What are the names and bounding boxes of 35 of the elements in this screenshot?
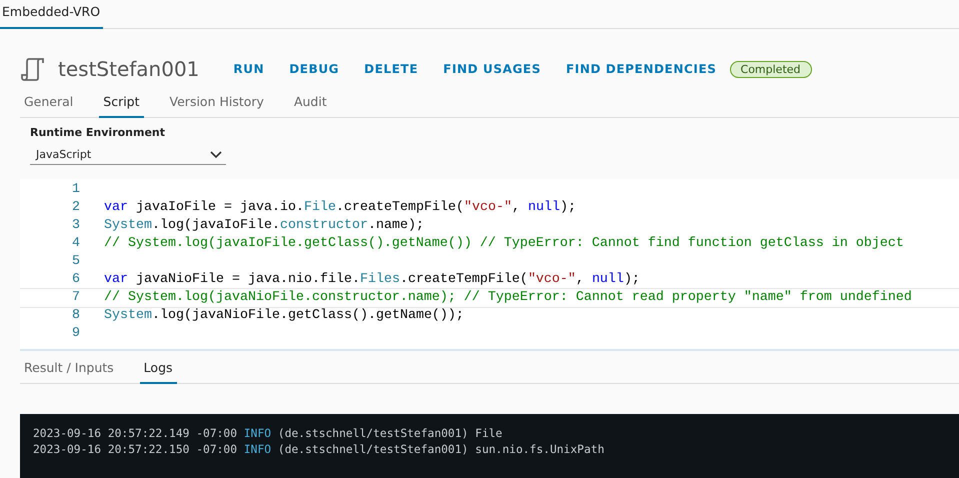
status-badge: Completed — [730, 60, 812, 78]
code-line: System.log(javaIoFile.constructor.name); — [104, 217, 424, 235]
tab[interactable]: Result / Inputs — [20, 357, 118, 384]
action-link[interactable]: DELETE — [364, 62, 418, 76]
runtime-select[interactable]: JavaScript — [30, 145, 226, 165]
tab[interactable]: Version History — [166, 91, 268, 118]
code-line: var javaNioFile = java.nio.file.Files.createTempFile("vco-", null); — [104, 271, 640, 289]
code-editor[interactable] — [20, 179, 959, 351]
workflow-title: testStefan001 — [58, 57, 200, 81]
code-line: System.log(javaNioFile.getClass().getName()); — [104, 307, 464, 325]
action-link[interactable]: DEBUG — [289, 62, 340, 76]
line-number: 9 — [71, 325, 81, 343]
line-number: 4 — [71, 235, 81, 253]
tab[interactable]: General — [20, 91, 78, 118]
code-line: // System.log(javaNioFile.constructor.name); // TypeError: Cannot read property "name" from undefined — [104, 289, 912, 307]
line-number: 2 — [71, 199, 81, 217]
top-tab[interactable]: Embedded-VRO — [0, 0, 103, 29]
line-number: 5 — [71, 253, 81, 271]
line-number: 1 — [71, 181, 81, 199]
code-line: var javaIoFile = java.io.File.createTempFile("vco-", null); — [104, 199, 576, 217]
line-number: 8 — [71, 307, 81, 325]
chevron-down-icon — [210, 150, 222, 158]
action-link[interactable]: FIND DEPENDENCIES — [566, 62, 717, 76]
line-number: 6 — [71, 271, 81, 289]
line-number: 3 — [71, 217, 81, 235]
field-label: Runtime Environment — [30, 126, 166, 139]
line-number: 7 — [71, 289, 81, 307]
log-line: 2023-09-16 20:57:22.150 -07:00 INFO (de.stschnell/testStefan001) sun.nio.fs.UnixPath — [33, 442, 606, 458]
code-line: // System.log(javaIoFile.getClass().getName()) // TypeError: Cannot find function getClass in object — [104, 235, 904, 253]
tab[interactable]: Logs — [140, 357, 177, 384]
log-line: 2023-09-16 20:57:22.149 -07:00 INFO (de.stschnell/testStefan001) File — [33, 426, 504, 442]
action-link[interactable]: RUN — [233, 62, 264, 76]
tab[interactable]: Script — [99, 91, 144, 118]
action-link[interactable]: FIND USAGES — [443, 62, 541, 76]
tab[interactable]: Audit — [290, 91, 331, 118]
